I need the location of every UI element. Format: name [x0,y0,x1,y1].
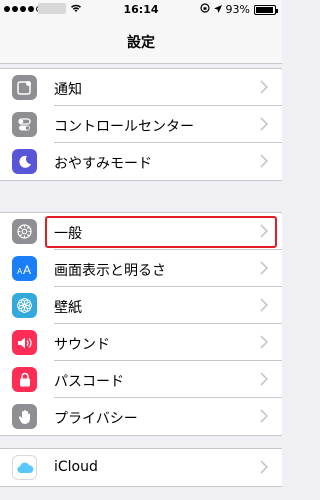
status-bar: 16:14 93% [0,0,282,20]
speaker-icon [12,330,37,355]
chevron-right-icon [260,298,268,312]
svg-text:A: A [23,263,31,276]
highlight-box [45,216,277,248]
chevron-right-icon [260,409,268,423]
icloud-icon [12,455,37,480]
settings-group-1: 通知 コントロールセンター おやすみモード [0,68,282,181]
chevron-right-icon [260,335,268,349]
settings-row-label: 壁紙 [54,300,82,316]
control-center-icon [12,112,37,137]
settings-row-label: プライバシー [54,411,138,427]
settings-row-label: コントロールセンター [54,119,194,135]
lock-icon [12,367,37,392]
settings-row-label: 画面表示と明るさ [54,263,166,279]
settings-row-control-center[interactable]: コントロールセンター [0,106,282,143]
battery-icon [254,4,278,15]
chevron-right-icon [260,117,268,131]
chevron-right-icon [260,80,268,94]
display-aa-icon: AA [12,256,37,281]
settings-row-label: 通知 [54,82,82,98]
settings-row-do-not-disturb[interactable]: おやすみモード [0,143,282,180]
settings-row-label: iCloud [54,459,98,475]
settings-row-notifications[interactable]: 通知 [0,69,282,106]
settings-row-display-brightness[interactable]: AA 画面表示と明るさ [0,250,282,287]
settings-group-3: iCloud [0,448,282,487]
settings-row-general[interactable]: 一般 [0,213,282,250]
settings-row-icloud[interactable]: iCloud [0,449,282,486]
chevron-right-icon [260,372,268,386]
moon-icon [12,149,37,174]
settings-row-wallpaper[interactable]: 壁紙 [0,287,282,324]
settings-row-label: おやすみモード [54,156,152,172]
page-title: 設定 [127,35,155,51]
settings-group-2: 一般 AA 画面表示と明るさ 壁紙 サウンド パスコード プライバシー [0,212,282,436]
location-arrow-icon [213,3,222,16]
settings-row-sounds[interactable]: サウンド [0,324,282,361]
chevron-right-icon [260,154,268,168]
rotation-lock-icon [199,3,210,16]
settings-row-privacy[interactable]: プライバシー [0,398,282,435]
chevron-right-icon [260,261,268,275]
navigation-bar: 設定 [0,20,282,64]
settings-row-label: サウンド [54,337,110,353]
wallpaper-flower-icon [12,293,37,318]
gear-icon [12,219,37,244]
hand-icon [12,404,37,429]
settings-row-passcode[interactable]: パスコード [0,361,282,398]
battery-percent: 93% [225,3,250,16]
chevron-right-icon [260,460,268,474]
notifications-icon [12,75,37,100]
settings-row-label: パスコード [54,374,124,390]
